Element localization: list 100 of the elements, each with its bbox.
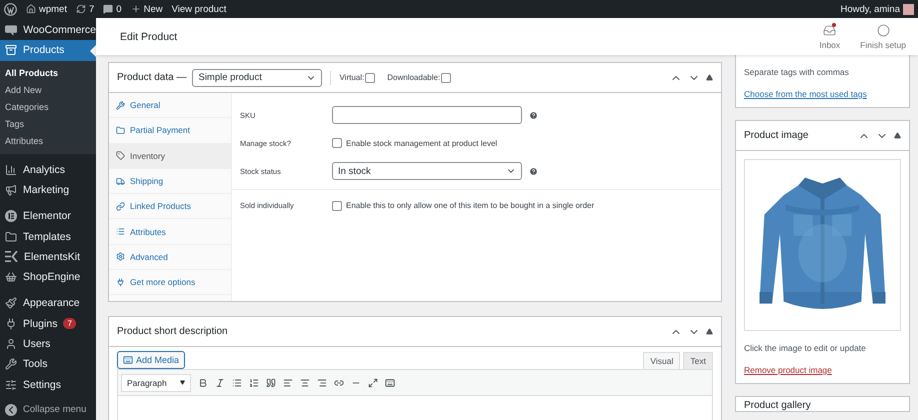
plug-icon (5, 318, 17, 330)
dropdown-arrow-icon (180, 380, 185, 385)
add-media-button[interactable]: Add Media (117, 351, 186, 369)
menu-item[interactable]: Tools (0, 354, 96, 374)
product-data-tab[interactable]: Attributes (109, 219, 231, 245)
product-data-tab[interactable]: Linked Products (109, 194, 231, 220)
product-data-tab[interactable]: Inventory (109, 144, 231, 169)
fullscreen-icon[interactable] (368, 378, 378, 388)
product-data-tab[interactable]: General (109, 93, 231, 118)
menu-label: Products (23, 44, 64, 56)
hint-text: Separate tags with commas (744, 67, 850, 77)
menu-label: Settings (23, 378, 61, 391)
account-menu[interactable]: Howdy, amina (840, 4, 914, 14)
collapse-toggle-icon[interactable] (706, 74, 713, 81)
submenu-item[interactable]: Add New (0, 82, 96, 99)
menu-item[interactable]: Settings (0, 374, 96, 395)
list-icon (116, 227, 125, 236)
remove-image-link[interactable]: Remove product image (744, 365, 901, 375)
toolbar-toggle-icon[interactable] (385, 378, 395, 388)
stock-status-select[interactable]: In stock (332, 162, 522, 180)
menu-label: ShopEngine (23, 271, 80, 284)
menu-item[interactable]: Appearance (0, 293, 96, 314)
page-title: Edit Product (120, 30, 178, 42)
collapse-menu-button[interactable]: Collapse menu (0, 400, 96, 420)
menu-item[interactable]: ElementsKit (0, 246, 96, 267)
submenu-item[interactable]: Categories (0, 98, 96, 116)
checkbox[interactable] (365, 72, 376, 82)
align-right-icon[interactable] (317, 378, 327, 388)
submenu-item[interactable]: All Products (0, 64, 96, 82)
checkbox[interactable] (332, 138, 342, 148)
menu-item[interactable]: Analytics (0, 160, 96, 180)
count-badge: 7 (63, 318, 76, 330)
collapse-toggle-icon[interactable] (706, 328, 713, 335)
menu-label: Plugins (23, 318, 58, 330)
menu-label: Appearance (23, 297, 80, 310)
menu-item[interactable]: Users (0, 334, 96, 354)
folder-icon (5, 230, 17, 243)
align-center-icon[interactable] (300, 378, 310, 388)
menu-item[interactable]: Elementor (0, 206, 96, 226)
product-data-tab[interactable]: Advanced (109, 244, 231, 270)
lines-bracket-icon (5, 251, 18, 262)
menu-label: Users (23, 338, 50, 350)
archive-icon (5, 44, 17, 56)
product-data-tab[interactable]: Get more options (109, 270, 231, 296)
checkbox[interactable] (441, 72, 452, 82)
menu-item[interactable]: Templates (0, 226, 96, 247)
sku-field[interactable] (332, 106, 522, 124)
menu-item[interactable]: WooCommerce (0, 20, 96, 40)
bold-icon[interactable] (198, 378, 208, 388)
checkbox-label: Enable stock management at product level (346, 138, 498, 148)
bullet-list-icon[interactable] (232, 378, 242, 388)
wrench-icon (116, 100, 125, 110)
header-action[interactable]: Inbox (819, 24, 840, 50)
panel-title: Product data — (117, 72, 186, 83)
view-product-link[interactable]: View product (172, 4, 226, 14)
wordpress-logo-icon[interactable] (4, 2, 17, 16)
link-icon[interactable] (334, 378, 344, 388)
menu-label: WooCommerce (23, 24, 96, 36)
editor-tab[interactable]: Text (683, 352, 713, 369)
paintbrush-icon (5, 297, 17, 310)
tag-icon (116, 151, 125, 160)
format-select[interactable]: Paragraph (121, 374, 191, 392)
sliders-icon (5, 378, 17, 391)
option-label: Downloadable: (387, 73, 440, 82)
folder-icon (116, 126, 125, 135)
product-data-tab[interactable]: Shipping (109, 168, 231, 194)
bar-chart-icon (5, 164, 17, 176)
numbered-list-icon[interactable] (249, 378, 259, 388)
italic-icon[interactable] (215, 378, 225, 388)
basket-icon (5, 271, 17, 284)
home-icon (26, 4, 36, 14)
new-link[interactable]: New (130, 4, 163, 14)
quote-icon[interactable] (266, 378, 276, 388)
menu-item[interactable]: Products (0, 40, 96, 61)
menu-label: Tools (23, 358, 48, 370)
collapse-toggle-icon[interactable] (894, 132, 901, 139)
checkbox-label: Enable this to only allow one of this item to be bought in a single order (346, 201, 594, 210)
comments-link[interactable]: 0 (103, 4, 122, 14)
menu-item[interactable]: ShopEngine (0, 266, 96, 288)
checkbox[interactable] (332, 200, 342, 210)
menu-item[interactable]: Plugins 7 (0, 314, 96, 334)
speech-bubble-icon (5, 24, 18, 36)
submenu-item[interactable]: Tags (0, 116, 96, 133)
site-link[interactable]: wpmet (26, 4, 67, 14)
most-used-tags-link[interactable]: Choose from the most used tags (744, 89, 901, 99)
submenu-item[interactable]: Attributes (0, 132, 96, 150)
plus-icon (130, 4, 141, 14)
product-type-select[interactable]: Simple product (192, 68, 322, 86)
menu-label: Templates (23, 230, 71, 243)
menu-item[interactable]: Marketing (0, 180, 96, 200)
circle-icon (876, 24, 890, 36)
updates-link[interactable]: 7 (76, 4, 94, 14)
editor-tab[interactable]: Visual (643, 352, 680, 369)
user-icon (5, 338, 17, 350)
wrench-icon (5, 358, 17, 370)
panel-title: Product short description (117, 326, 228, 337)
align-left-icon[interactable] (283, 378, 293, 388)
menu-label: Analytics (23, 164, 66, 176)
header-action[interactable]: Finish setup (860, 24, 906, 50)
link-icon (116, 202, 125, 211)
